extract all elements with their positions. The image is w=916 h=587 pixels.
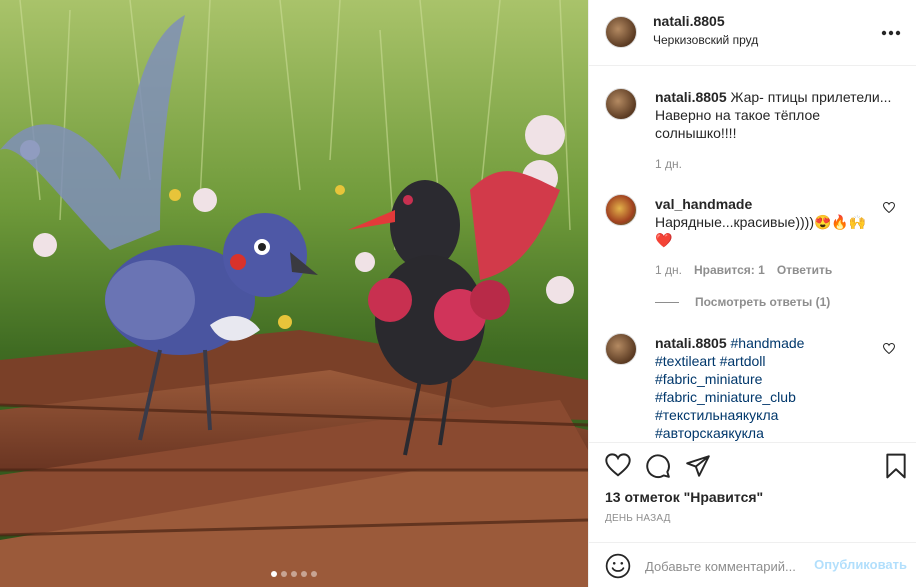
hashtag-comment: natali.8805 #handmade #textileart #artdo… (655, 334, 895, 442)
bookmark-icon[interactable] (885, 453, 913, 481)
comment-bubble-icon[interactable] (645, 453, 673, 481)
hashtag-link[interactable]: #textileart (655, 353, 716, 369)
comment-text: val_handmade Нарядные...красивые))))😍🔥🙌 … (655, 195, 895, 249)
hashtag-link[interactable]: #авторскаякукла (655, 425, 764, 441)
carousel-dot[interactable] (301, 571, 307, 577)
share-paper-plane-icon[interactable] (685, 453, 713, 481)
carousel-dots (0, 571, 588, 577)
comment-body-heart: ❤️ (655, 232, 673, 248)
caption-time[interactable]: 1 дн. (655, 157, 682, 171)
comment-username[interactable]: val_handmade (655, 196, 752, 212)
hashtag-link[interactable]: #artdoll (720, 353, 766, 369)
carousel-dot[interactable] (271, 571, 277, 577)
header-location[interactable]: Черкизовский пруд (653, 33, 758, 47)
comment-username[interactable]: natali.8805 (655, 335, 727, 351)
caption-text: natali.8805 Жар- птицы прилетели... Наве… (655, 88, 895, 142)
comment-time[interactable]: 1 дн. (655, 263, 682, 277)
carousel-dot[interactable] (291, 571, 297, 577)
post-header: natali.8805 Черкизовский пруд (589, 0, 916, 66)
post-side-panel: natali.8805 Черкизовский пруд natali.880… (588, 0, 916, 587)
hashtag-link[interactable]: #fabric_miniature (655, 371, 762, 387)
heart-outline-icon[interactable] (882, 342, 896, 357)
avatar[interactable] (605, 16, 637, 48)
comment-body: Нарядные...красивые))))😍🔥🙌 (655, 214, 867, 230)
divider-line (655, 301, 679, 303)
caption-meta: 1 дн. (655, 157, 682, 171)
view-replies-label: Посмотреть ответы (1) (695, 295, 831, 309)
reply-button[interactable]: Ответить (777, 263, 832, 277)
heart-outline-icon[interactable] (882, 201, 896, 216)
hashtag-link[interactable]: #fabric_miniature_club (655, 389, 796, 405)
avatar[interactable] (605, 88, 637, 120)
avatar[interactable] (605, 194, 637, 226)
more-horizontal-icon[interactable] (881, 20, 901, 41)
post-time[interactable]: ДЕНЬ НАЗАД (605, 513, 671, 524)
comment-likes[interactable]: Нравится: 1 (694, 263, 765, 277)
comment-meta: 1 дн. Нравится: 1 Ответить (655, 263, 832, 277)
hashtag-link[interactable]: #текстильнаякукла (655, 407, 778, 423)
header-username[interactable]: natali.8805 (653, 13, 725, 29)
carousel-dot[interactable] (311, 571, 317, 577)
caption-username[interactable]: natali.8805 (655, 89, 727, 105)
likes-count[interactable]: 13 отметок "Нравится" (605, 489, 763, 505)
photo-illustration (0, 0, 588, 587)
view-replies-button[interactable]: Посмотреть ответы (1) (655, 295, 830, 309)
hashtag-link[interactable]: #handmade (731, 335, 805, 351)
comments-list[interactable]: natali.8805 Жар- птицы прилетели... Наве… (589, 66, 916, 442)
comment-input[interactable] (645, 556, 813, 576)
carousel-dot[interactable] (281, 571, 287, 577)
post-actions: 13 отметок "Нравится" ДЕНЬ НАЗАД (589, 442, 916, 542)
publish-button[interactable]: Опубликовать (814, 557, 907, 572)
add-comment-bar: Опубликовать (589, 542, 916, 587)
post-photo[interactable] (0, 0, 588, 587)
emoji-smile-icon[interactable] (605, 553, 631, 579)
like-heart-icon[interactable] (605, 453, 633, 481)
avatar[interactable] (605, 333, 637, 365)
